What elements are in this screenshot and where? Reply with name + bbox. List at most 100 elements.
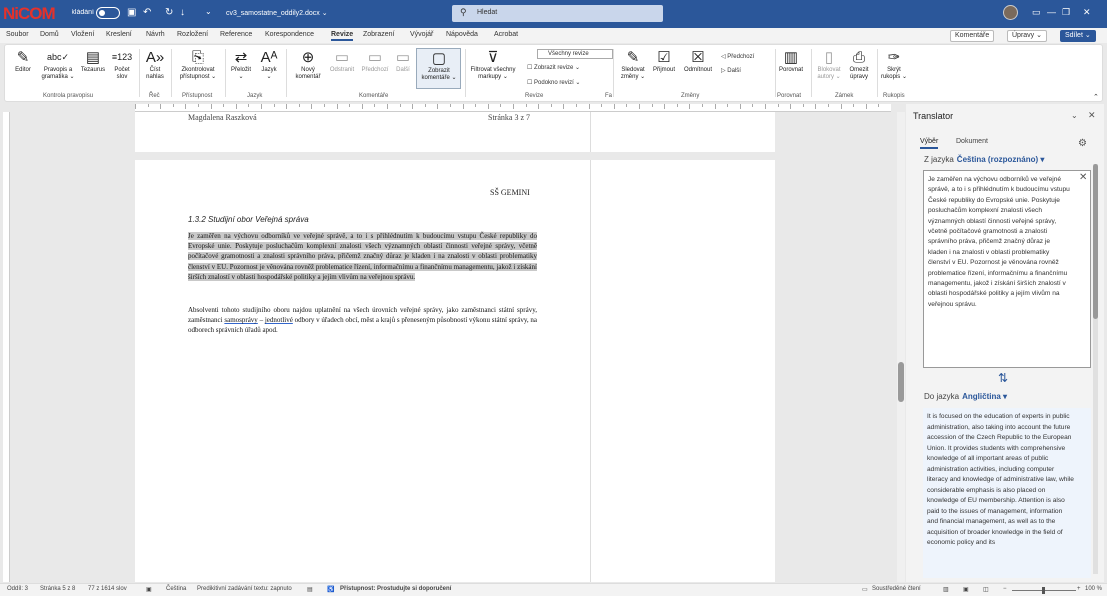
tab-domu[interactable]: Domů (40, 31, 59, 38)
status-focus[interactable]: Soustředěné čtení (872, 586, 921, 592)
save-icon[interactable]: ▣ (127, 7, 136, 18)
clear-icon[interactable]: ✕ (1079, 172, 1087, 183)
read-mode-icon[interactable]: ▥ (943, 586, 949, 593)
status-predictive[interactable]: Predikitivní zadávání textu: zapnuto (197, 586, 292, 592)
previous-change-button[interactable]: ◁ Předchozí (721, 53, 754, 60)
reject-button[interactable]: ☒ Odmítnout (680, 48, 716, 74)
print-layout-icon[interactable]: ▣ (963, 586, 969, 593)
tab-revize[interactable]: Revize (331, 31, 354, 41)
selected-paragraph[interactable]: Je zaměřen na výchovu odborníků ve veřej… (188, 231, 537, 282)
comments-button[interactable]: Komentáře (950, 30, 995, 42)
vertical-ruler[interactable] (3, 112, 10, 582)
group-speech: Řeč (149, 93, 160, 99)
zoom-level[interactable]: 100 % (1085, 586, 1102, 592)
show-comments-button[interactable]: ▢ Zobrazit komentáře ⌄ (416, 48, 461, 89)
focus-icon[interactable]: ▭ (862, 586, 868, 593)
tab-selection[interactable]: Výběr (920, 138, 939, 149)
tab-soubor[interactable]: Soubor (6, 31, 29, 38)
edits-button[interactable]: Úpravy ⌄ (1007, 30, 1047, 42)
current-page[interactable]: SŠ GEMINI 1.3.2 Studijní obor Veřejná sp… (135, 160, 775, 582)
tab-document[interactable]: Dokument (956, 138, 988, 145)
tab-korespondence[interactable]: Korespondence (265, 31, 314, 38)
accept-button[interactable]: ☑ Přijmout (649, 48, 679, 74)
swap-languages-icon[interactable]: ⇅ (998, 371, 1008, 385)
section-heading[interactable]: 1.3.2 Studijní obor Veřejná správa (188, 215, 309, 224)
delete-comment-button[interactable]: ▭ Odstranit (327, 48, 357, 74)
search-box[interactable]: ⚲ Hledat (452, 5, 663, 22)
block-authors-button[interactable]: ▯ Blokovat autory ⌄ (815, 48, 843, 81)
zoom-out-icon[interactable]: − (1003, 586, 1007, 592)
collapse-ribbon-icon[interactable]: ⌃ (1093, 93, 1099, 101)
macro-icon[interactable]: ▤ (307, 586, 313, 593)
web-layout-icon[interactable]: ◫ (983, 586, 989, 593)
status-accessibility[interactable]: Přístupnost: Prostudujte si doporučení (340, 586, 451, 592)
tab-zobrazeni[interactable]: Zobrazení (363, 31, 395, 38)
scrollbar-thumb[interactable] (898, 362, 904, 402)
paragraph[interactable]: Absolventi tohoto studijního oboru najdo… (188, 305, 537, 336)
ribbon-display-icon[interactable]: ▭ (1032, 7, 1041, 18)
tab-vlozeni[interactable]: Vložení (71, 31, 94, 38)
source-text-box[interactable]: Je zaměřen na výchovu odborníků ve veřej… (923, 170, 1091, 368)
restrict-editing-button[interactable]: ⎙ Omezit úpravy (845, 48, 873, 81)
restore-icon[interactable]: ❐ (1062, 7, 1070, 18)
read-aloud-button[interactable]: A» Číst nahlas (143, 48, 167, 81)
autosave-toggle[interactable] (96, 7, 120, 19)
scrollbar-thumb[interactable] (1093, 164, 1098, 319)
arrow-down-icon[interactable]: ↓ (180, 7, 185, 18)
close-icon[interactable]: ✕ (1083, 7, 1091, 18)
editor-button[interactable]: ✎ Editor (11, 48, 35, 74)
next-comment-icon: ▭ (395, 49, 411, 66)
proofing-icon[interactable]: ▣ (146, 586, 152, 593)
spelling-button[interactable]: abc✓ Pravopis a gramatika ⌄ (39, 48, 77, 81)
redo-icon[interactable]: ↻ (165, 7, 173, 18)
ruler-tick (815, 104, 817, 109)
translated-text-box: It is focused on the education of expert… (923, 408, 1091, 578)
next-change-button[interactable]: ▷ Další (721, 67, 741, 74)
track-changes-button[interactable]: ✎ Sledovat změny ⌄ (616, 48, 650, 81)
tab-navrh[interactable]: Návrh (146, 31, 165, 38)
previous-comment-button[interactable]: ▭ Předchozí (359, 48, 391, 74)
share-button[interactable]: Sdílet ⌄ (1060, 30, 1096, 42)
compare-button[interactable]: ▥ Porovnat (777, 48, 805, 74)
tab-acrobat[interactable]: Acrobat (494, 31, 518, 38)
zoom-slider[interactable] (1012, 587, 1076, 594)
status-language[interactable]: Čeština (166, 586, 186, 592)
review-pane-button[interactable]: ☐ Podokno revizí ⌄ (527, 79, 580, 86)
avatar[interactable] (1003, 5, 1018, 20)
ruler-tick (475, 104, 477, 107)
source-language-dropdown[interactable]: Čeština (rozpoznáno) ▾ (957, 155, 1045, 164)
minimize-icon[interactable]: — (1047, 7, 1056, 17)
customize-toolbar-icon[interactable]: ⌄ (205, 7, 212, 16)
tab-napoveda[interactable]: Nápověda (446, 31, 478, 38)
target-language-dropdown[interactable]: Angličtina ▾ (962, 392, 1007, 401)
status-words[interactable]: 77 z 1614 slov (88, 586, 127, 592)
chevron-down-icon[interactable]: ⌄ (1071, 111, 1078, 120)
document-scrollbar[interactable] (897, 112, 905, 582)
hide-ink-button[interactable]: ✑ Skrýt rukopis ⌄ (879, 48, 909, 81)
document-title[interactable]: cv3_samostatne_oddily2.docx ⌄ (226, 9, 328, 17)
translator-scrollbar[interactable] (1093, 164, 1098, 574)
separator (171, 49, 172, 97)
undo-icon[interactable]: ↶ (143, 7, 151, 18)
horizontal-ruler[interactable] (135, 104, 891, 112)
tab-kresleni[interactable]: Kreslení (106, 31, 132, 38)
zoom-in-icon[interactable]: + (1077, 586, 1081, 592)
tab-reference[interactable]: Reference (220, 31, 252, 38)
status-section[interactable]: Oddíl: 3 (7, 586, 28, 592)
next-comment-button[interactable]: ▭ Další (392, 48, 414, 74)
status-page[interactable]: Stránka 5 z 8 (40, 586, 75, 592)
thesaurus-button[interactable]: ▤ Tezaurus (78, 48, 108, 74)
tab-rozlozeni[interactable]: Rozložení (177, 31, 208, 38)
accessibility-status-icon[interactable]: ♿ (327, 586, 334, 593)
translate-button[interactable]: ⇄ Přeložit ⌄ (229, 48, 253, 81)
word-count-button[interactable]: ≡123 Počet slov (109, 48, 135, 81)
gear-icon[interactable]: ⚙ (1078, 138, 1087, 149)
show-markup-button[interactable]: ☐ Zobrazit revize ⌄ (527, 64, 580, 71)
check-accessibility-button[interactable]: ⎘ Zkontrolovat přístupnost ⌄ (175, 48, 221, 81)
language-button[interactable]: Aᴬ Jazyk ⌄ (258, 48, 280, 81)
all-revisions-dropdown[interactable]: Všechny revize (537, 49, 613, 59)
new-comment-button[interactable]: ⊕ Nový komentář (290, 48, 326, 81)
filter-markup-button[interactable]: ⊽ Filtrovat všechny markupy ⌄ (467, 48, 519, 81)
tab-vyvojar[interactable]: Vývojář (410, 31, 433, 38)
close-icon[interactable]: ✕ (1088, 110, 1096, 121)
